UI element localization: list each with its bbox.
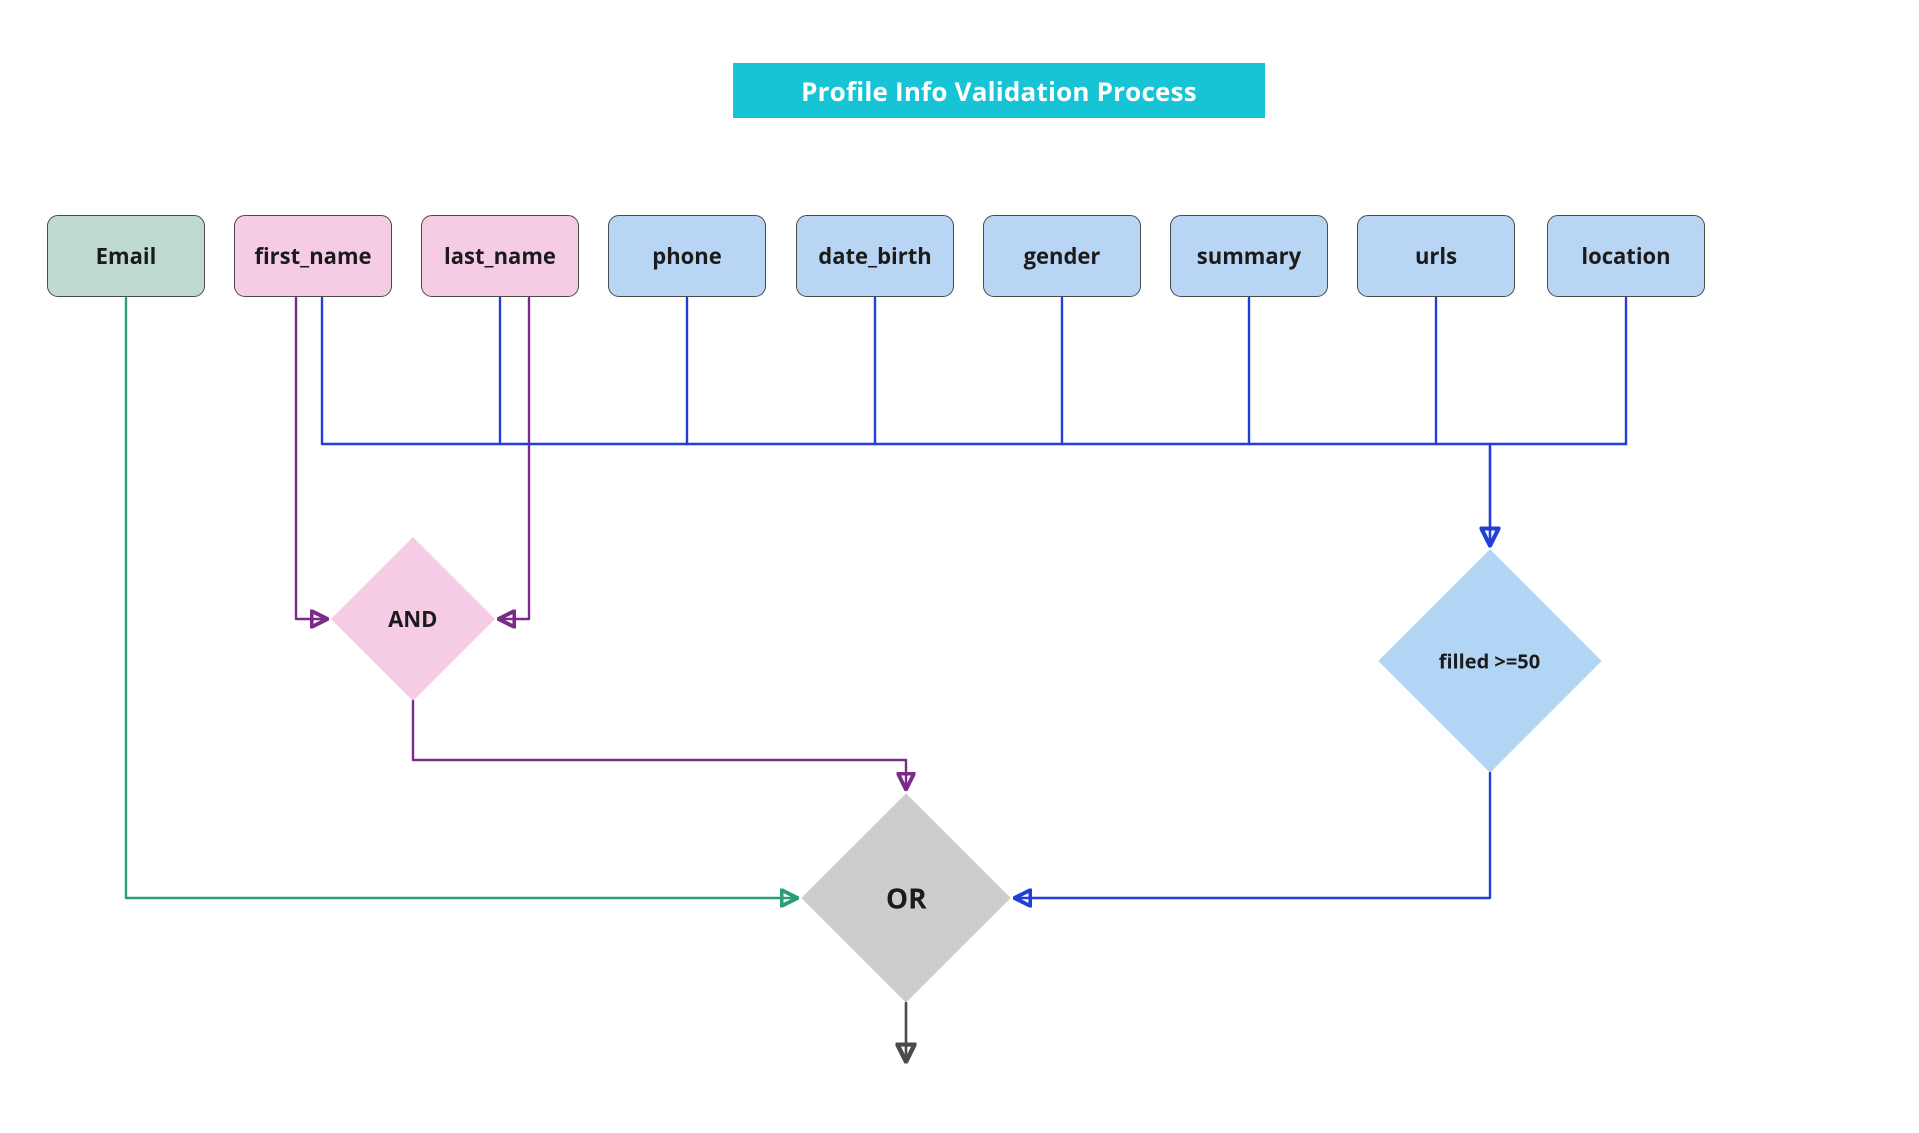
edge-last-name-and: [500, 298, 529, 619]
node-first-name-label: first_name: [254, 241, 371, 271]
gate-or: OR: [801, 793, 1010, 1002]
title-banner: Profile Info Validation Process: [733, 63, 1265, 118]
node-email-label: Email: [96, 241, 157, 271]
node-urls-label: urls: [1415, 241, 1457, 271]
node-last-name: last_name: [421, 215, 579, 297]
gate-or-label: OR: [886, 879, 927, 917]
node-gender: gender: [983, 215, 1141, 297]
node-date-birth: date_birth: [796, 215, 954, 297]
connectors: [0, 0, 1919, 1133]
node-urls: urls: [1357, 215, 1515, 297]
edge-and-or: [413, 701, 906, 788]
node-location-label: location: [1581, 241, 1670, 271]
node-last-name-label: last_name: [444, 241, 556, 271]
gate-filled-label: filled >=50: [1439, 648, 1540, 675]
gate-and-label: AND: [388, 604, 437, 634]
node-date-birth-label: date_birth: [818, 241, 931, 271]
edge-filled-or: [1016, 773, 1490, 898]
node-gender-label: gender: [1024, 241, 1101, 271]
gate-filled: filled >=50: [1378, 549, 1601, 772]
gate-and: AND: [331, 537, 495, 701]
node-location: location: [1547, 215, 1705, 297]
node-phone: phone: [608, 215, 766, 297]
title-text: Profile Info Validation Process: [801, 73, 1197, 109]
node-summary-label: summary: [1197, 241, 1301, 271]
diagram-canvas: Profile Info Validation Process Email fi…: [0, 0, 1919, 1133]
node-summary: summary: [1170, 215, 1328, 297]
node-email: Email: [47, 215, 205, 297]
node-first-name: first_name: [234, 215, 392, 297]
node-phone-label: phone: [652, 241, 721, 271]
edge-first-name-and: [296, 298, 326, 619]
